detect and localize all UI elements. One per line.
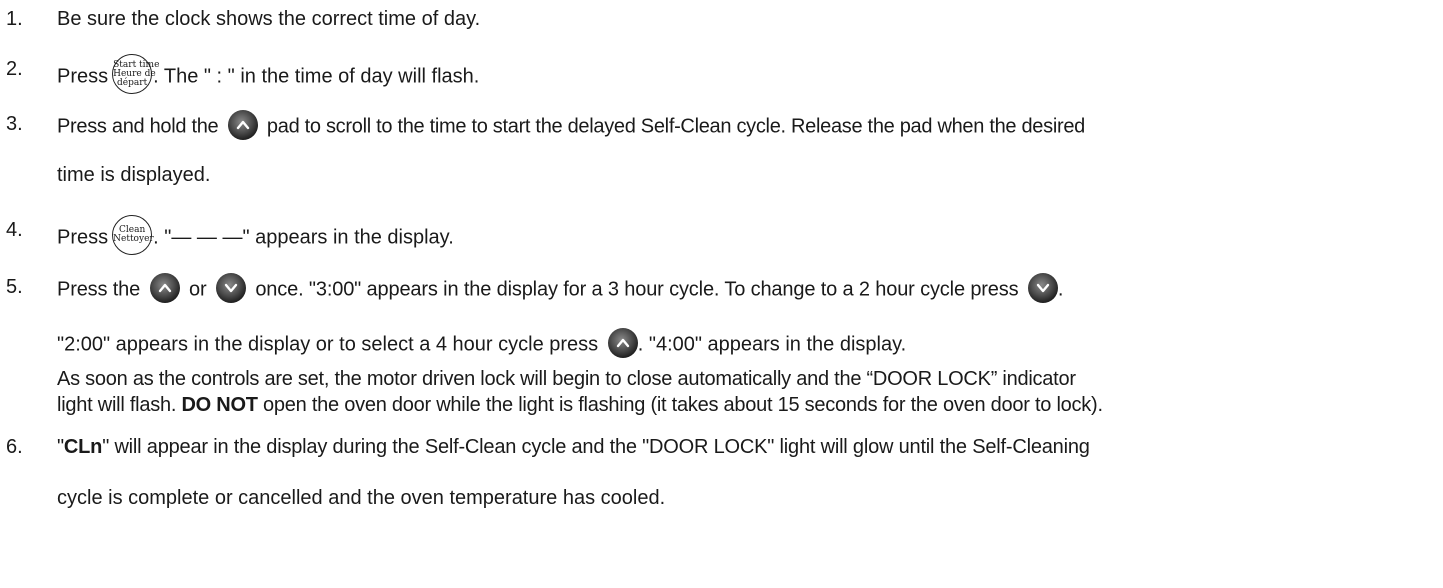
down-arrow-pad-icon (1027, 273, 1058, 303)
up-arrow-pad-icon (227, 110, 258, 140)
step-number: 4. (6, 219, 23, 241)
step-number: 2. (6, 58, 23, 80)
step-text: Be sure the clock shows the correct time… (57, 8, 481, 30)
down-arrow-pad-icon (215, 273, 246, 303)
step-number: 5. (6, 276, 23, 298)
step-number: 1. (6, 8, 23, 30)
door-lock-note-line-2: light will flash. DO NOT open the oven d… (57, 394, 1103, 416)
step-text: Press the or once. "3:00" appears in the… (57, 273, 1063, 305)
step-3-continued: time is displayed. (57, 164, 211, 186)
self-clean-instructions: 1. Be sure the clock shows the correct t… (0, 0, 1443, 588)
up-arrow-pad-icon (149, 273, 180, 303)
step-6-continued: cycle is complete or cancelled and the o… (57, 487, 666, 509)
start-time-pad-icon: Start time Heure de départ (112, 54, 159, 94)
step-number: 3. (6, 113, 23, 135)
clean-pad-icon: Clean Nettoyer (112, 215, 154, 255)
warning-emphasis: DO NOT (181, 394, 258, 416)
up-arrow-pad-icon (607, 328, 638, 358)
step-number: 6. (6, 436, 23, 458)
display-code: CLn (63, 436, 103, 458)
step-text: Press Clean Nettoyer . "— — —" appears i… (57, 215, 454, 258)
step-text: "CLn" will appear in the display during … (57, 436, 1090, 458)
step-5-continued: "2:00" appears in the display or to sele… (57, 328, 906, 360)
step-text: Press and hold the pad to scroll to the … (57, 110, 1085, 142)
door-lock-note-line-1: As soon as the controls are set, the mot… (57, 368, 1076, 390)
step-text: Press Start time Heure de départ . The "… (57, 54, 479, 97)
